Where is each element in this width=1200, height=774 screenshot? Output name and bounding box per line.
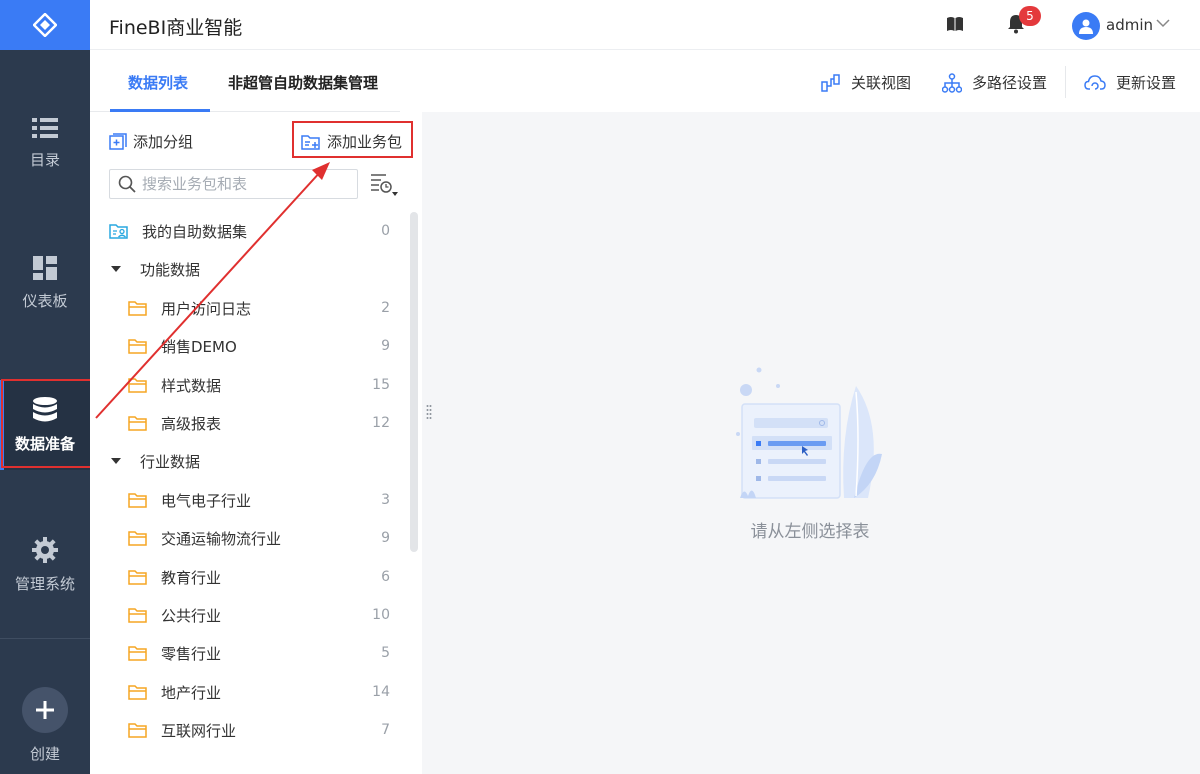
empty-state-text: 请从左侧选择表 <box>750 522 870 542</box>
panel-splitter[interactable] <box>422 112 434 774</box>
annotation-arrow <box>95 162 330 419</box>
drag-handle-icon[interactable] <box>426 404 432 420</box>
empty-table-illustration <box>736 367 882 499</box>
